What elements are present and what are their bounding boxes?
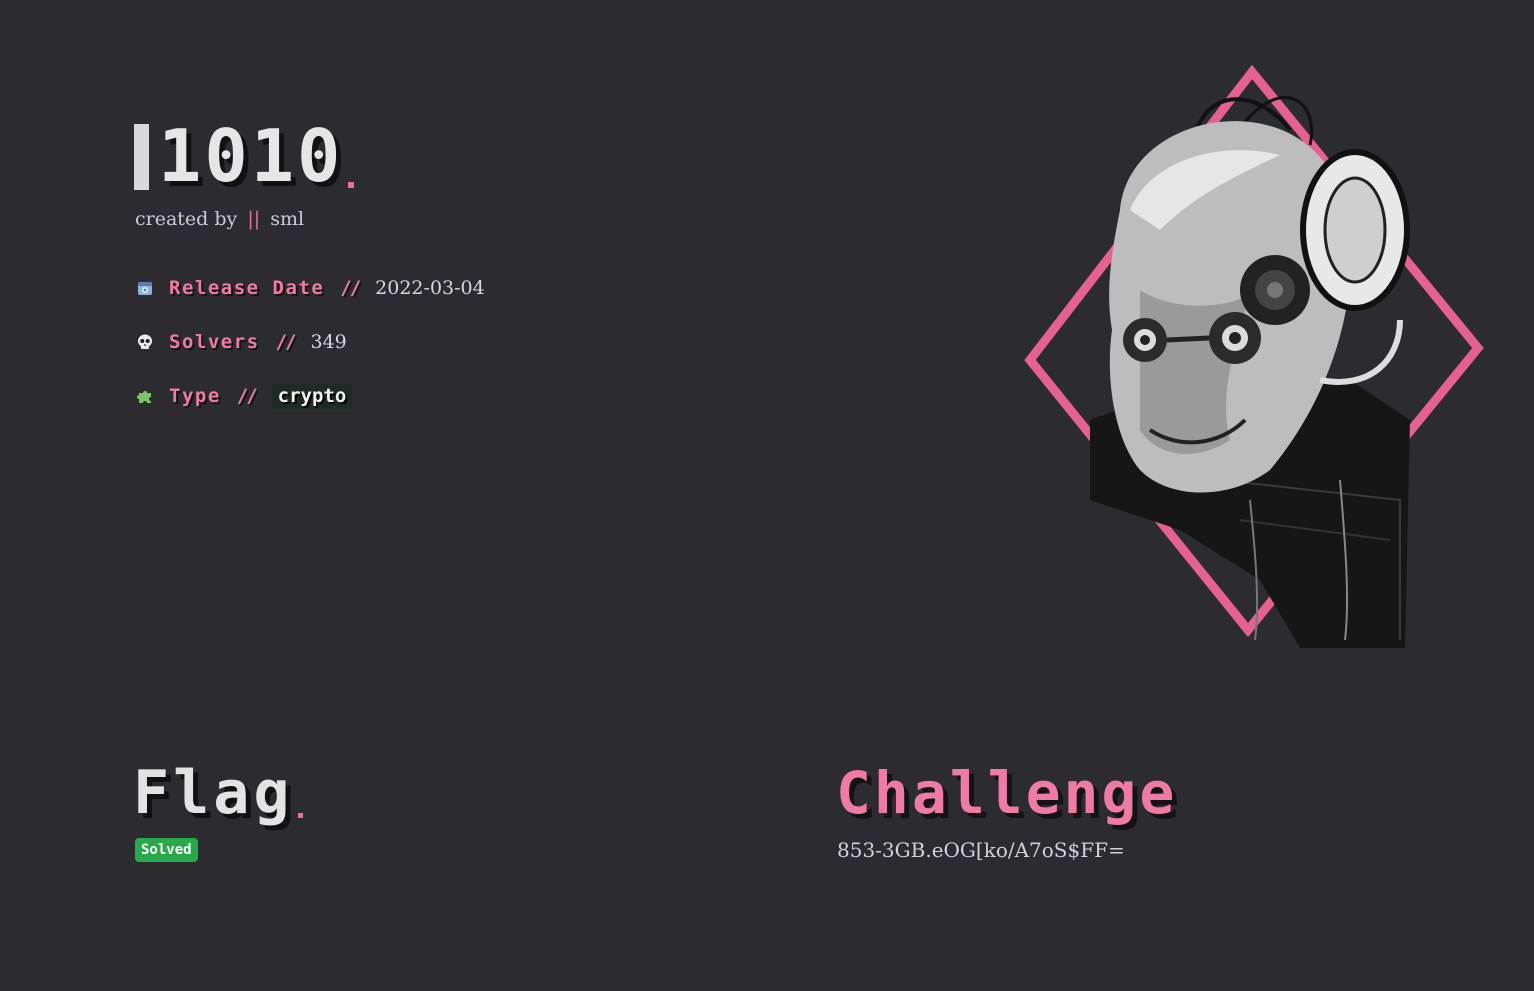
solvers-separator: //: [275, 331, 297, 353]
type-row: Type // crypto: [136, 381, 353, 411]
solvers-count: 349: [310, 331, 347, 353]
release-date-label: Release Date: [169, 277, 325, 299]
type-label: Type: [169, 385, 221, 407]
cyborg-portrait: [1020, 60, 1490, 660]
solvers-label: Solvers: [169, 331, 260, 353]
skull-icon: [136, 333, 154, 351]
type-badge[interactable]: crypto: [271, 383, 353, 409]
flag-heading-text: Flag: [133, 758, 294, 828]
challenge-page: 1010 created by || sml Release Date // 2…: [0, 0, 1534, 991]
challenge-title-text: 1010: [158, 114, 344, 198]
type-separator: //: [236, 385, 258, 407]
calendar-icon: [136, 279, 154, 297]
title-cursor-bar: [134, 124, 149, 190]
challenge-ciphertext[interactable]: 853-3GB.eOG[ko/A7oS$FF=: [837, 838, 1125, 862]
flag-heading: Flag: [133, 760, 303, 826]
created-by-prefix: created by: [135, 208, 238, 230]
solvers-row: Solvers // 349: [136, 327, 347, 357]
created-by-line: created by || sml: [135, 208, 304, 230]
release-date-row: Release Date // 2022-03-04: [136, 273, 485, 303]
flag-accent-dot: [297, 813, 303, 818]
release-date-separator: //: [340, 277, 361, 299]
release-date-value: 2022-03-04: [375, 277, 485, 299]
challenge-title: 1010: [134, 112, 355, 198]
puzzle-icon: [136, 387, 154, 405]
solved-status-badge: Solved: [135, 838, 198, 862]
author-name[interactable]: sml: [270, 208, 304, 230]
created-by-separator: ||: [247, 208, 261, 230]
title-accent-dot: [348, 182, 355, 188]
challenge-heading: Challenge: [836, 759, 1178, 827]
